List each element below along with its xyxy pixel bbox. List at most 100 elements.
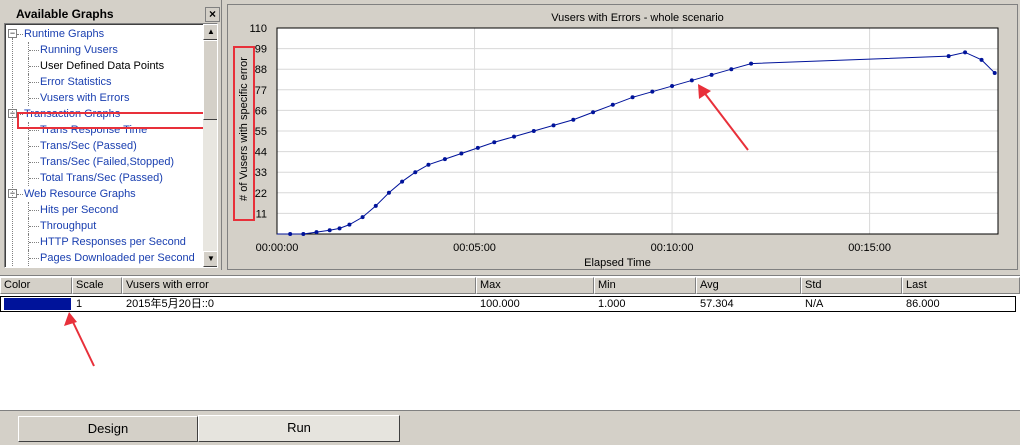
collapse-icon[interactable]: −	[8, 29, 17, 38]
col-header-min[interactable]: Min	[594, 277, 696, 294]
cell-min: 1.000	[598, 298, 626, 310]
col-header-last[interactable]: Last	[902, 277, 1020, 294]
tree-item-trans-sec-passed[interactable]: Trans/Sec (Passed)	[5, 138, 203, 154]
close-icon[interactable]: ×	[205, 7, 220, 22]
tree-label: Running Vusers	[40, 44, 118, 56]
data-point	[551, 123, 556, 128]
x-tick-label: 00:10:00	[651, 242, 694, 254]
tree-label: Pages Downloaded per Second	[40, 252, 195, 264]
data-point	[992, 70, 997, 75]
y-tick-label: 44	[255, 147, 267, 159]
cell-max: 100.000	[480, 298, 520, 310]
panel-title: Available Graphs	[16, 7, 114, 21]
scroll-up-icon[interactable]: ▲	[203, 24, 217, 40]
col-header-scale[interactable]: Scale	[72, 277, 122, 294]
y-tick-label: 66	[255, 105, 267, 117]
tree-item-total-trans-sec[interactable]: Total Trans/Sec (Passed)	[5, 170, 203, 186]
scroll-down-icon[interactable]: ▼	[203, 251, 217, 267]
data-point	[337, 226, 342, 231]
data-point	[426, 162, 431, 167]
tree-node-web-resource-graphs[interactable]: − Web Resource Graphs	[5, 186, 203, 202]
data-point	[749, 61, 754, 66]
data-point	[591, 110, 596, 115]
tree-item-hits-per-second[interactable]: Hits per Second	[5, 202, 203, 218]
tree-node-runtime-graphs[interactable]: − Runtime Graphs	[5, 26, 203, 42]
tree-scrollbar[interactable]: ▲ ▼	[203, 24, 217, 267]
available-graphs-panel: Available Graphs × − Runtime Graphs Runnin…	[0, 0, 222, 270]
view-tabs: Design Run	[0, 410, 1020, 445]
tab-design[interactable]: Design	[18, 416, 198, 442]
y-tick-label: 33	[255, 167, 267, 179]
y-tick-label: 22	[255, 188, 267, 200]
cell-last: 86.000	[906, 298, 940, 310]
x-tick-label: 00:05:00	[453, 242, 496, 254]
data-point	[689, 78, 694, 83]
data-point	[650, 89, 655, 94]
tree-item-http-responses[interactable]: HTTP Responses per Second	[5, 234, 203, 250]
y-axis-label: # of Vusers with specific error	[238, 57, 250, 201]
data-point	[709, 72, 714, 77]
y-tick-label: 77	[255, 85, 267, 97]
tree-item-pages-downloaded[interactable]: Pages Downloaded per Second	[5, 250, 203, 266]
tree-label: Hits per Second	[40, 204, 119, 216]
col-header-std[interactable]: Std	[801, 277, 902, 294]
tree-item-user-defined-data-points[interactable]: User Defined Data Points	[5, 58, 203, 74]
data-point	[442, 157, 447, 162]
data-point	[492, 140, 497, 145]
tree-item-error-statistics[interactable]: Error Statistics	[5, 74, 203, 90]
data-point	[571, 117, 576, 122]
data-point	[610, 102, 615, 107]
data-point	[400, 179, 405, 184]
tree-item-trans-sec-failed[interactable]: Trans/Sec (Failed,Stopped)	[5, 154, 203, 170]
data-point	[670, 84, 675, 89]
data-point	[946, 54, 951, 59]
tree-item-throughput[interactable]: Throughput	[5, 218, 203, 234]
col-header-avg[interactable]: Avg	[696, 277, 801, 294]
y-tick-label: 11	[256, 208, 267, 220]
data-point	[413, 170, 418, 175]
y-tick-label: 99	[255, 44, 267, 56]
tree-label: Trans/Sec (Failed,Stopped)	[40, 156, 175, 168]
tree-label: Vusers with Errors	[40, 92, 130, 104]
data-point	[531, 129, 536, 133]
col-header-measurement[interactable]: Vusers with error	[122, 277, 476, 294]
data-point	[360, 215, 365, 220]
tab-run[interactable]: Run	[198, 415, 400, 442]
col-header-max[interactable]: Max	[476, 277, 594, 294]
tree-item-vusers-with-errors[interactable]: Vusers with Errors	[5, 90, 203, 106]
legend-table: Color Scale Vusers with error Max Min Av…	[0, 275, 1020, 410]
data-point	[963, 50, 968, 55]
data-point	[459, 151, 464, 156]
tree-label: Throughput	[40, 220, 97, 232]
cell-std: N/A	[805, 298, 824, 310]
graph-tree: − Runtime Graphs Running Vusers User Define…	[4, 23, 218, 268]
tree-label: Runtime Graphs	[24, 28, 105, 40]
legend-header-row: Color Scale Vusers with error Max Min Av…	[0, 277, 1020, 294]
tree-label: Total Trans/Sec (Passed)	[40, 172, 163, 184]
tree-label: Web Resource Graphs	[24, 188, 136, 200]
data-point	[314, 230, 319, 235]
x-axis-label: Elapsed Time	[584, 257, 651, 269]
data-point	[979, 57, 984, 62]
tree-label: HTTP Responses per Second	[40, 236, 186, 248]
x-tick-label: 00:15:00	[848, 242, 891, 254]
vusers-with-errors-chart: Vusers with Errors - whole scenario 11 22 3…	[233, 12, 999, 269]
x-tick-label: 00:00:00	[256, 242, 299, 254]
data-point	[327, 228, 332, 233]
scroll-thumb[interactable]	[203, 40, 217, 120]
data-point	[301, 232, 306, 236]
data-point	[630, 95, 635, 100]
tree-label: Error Statistics	[40, 76, 112, 88]
annotation-arrow-legend	[64, 312, 95, 367]
panel-header: Available Graphs ×	[4, 4, 220, 22]
data-point	[347, 222, 352, 227]
annotation-arrow-head	[64, 312, 77, 326]
data-point	[512, 134, 517, 139]
y-tick-label: 55	[255, 126, 267, 138]
tree-item-running-vusers[interactable]: Running Vusers	[5, 42, 203, 58]
data-point	[386, 190, 391, 195]
tree-label: Trans/Sec (Passed)	[40, 140, 137, 152]
annotation-arrow-line	[71, 319, 95, 367]
y-tick-label: 110	[249, 23, 267, 35]
col-header-color[interactable]: Color	[0, 277, 72, 294]
